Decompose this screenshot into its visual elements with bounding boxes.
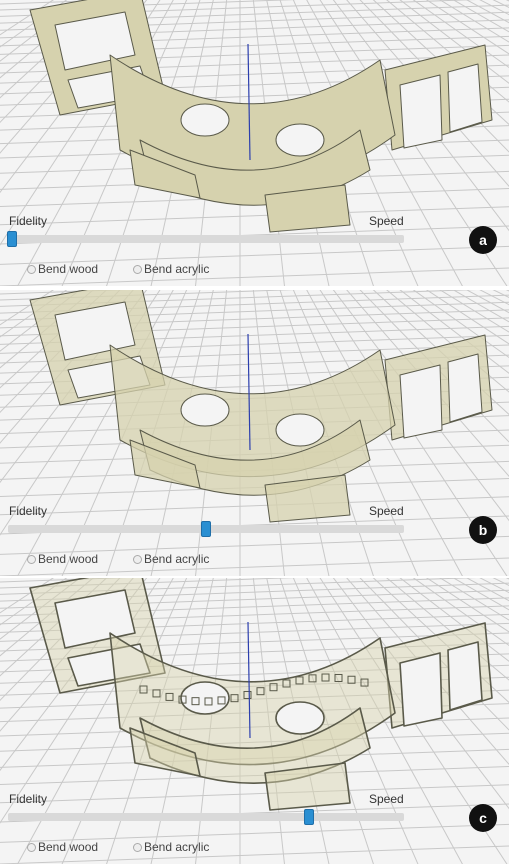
bend-acrylic-label: Bend acrylic xyxy=(144,262,210,276)
radio-circle-icon xyxy=(27,842,36,852)
slider-thumb[interactable] xyxy=(303,809,314,825)
fidelity-speed-slider[interactable] xyxy=(6,231,404,247)
model-render xyxy=(0,578,509,864)
3d-viewport[interactable] xyxy=(0,0,509,286)
radio-circle-icon xyxy=(27,554,36,564)
fidelity-label: Fidelity xyxy=(9,792,48,806)
bend-acrylic-label: Bend acrylic xyxy=(144,552,210,566)
slider-thumb[interactable] xyxy=(201,521,211,537)
3d-viewport[interactable] xyxy=(0,578,509,864)
bend-acrylic-radio[interactable]: Bend acrylic xyxy=(133,840,209,854)
bend-acrylic-label: Bend acrylic xyxy=(144,840,210,854)
radio-circle-icon xyxy=(133,554,142,564)
panel-a: Fidelity Speed Bend wood Bend acrylic a xyxy=(0,0,509,286)
slider-thumb[interactable] xyxy=(6,231,17,247)
bend-wood-radio[interactable]: Bend wood xyxy=(27,840,98,854)
bend-wood-label: Bend wood xyxy=(38,552,99,566)
speed-label: Speed xyxy=(369,504,404,518)
fidelity-label: Fidelity xyxy=(9,504,48,518)
bend-acrylic-radio[interactable]: Bend acrylic xyxy=(133,552,209,566)
speed-label: Speed xyxy=(369,792,404,806)
panel-badge: a xyxy=(469,226,497,254)
panel-c: Fidelity Speed Bend wood Bend acrylic c xyxy=(0,578,509,864)
bend-wood-radio[interactable]: Bend wood xyxy=(27,552,98,566)
panel-badge: b xyxy=(469,516,497,544)
speed-label: Speed xyxy=(369,214,404,228)
model-render xyxy=(0,290,509,576)
bend-wood-label: Bend wood xyxy=(38,840,99,854)
bend-acrylic-radio[interactable]: Bend acrylic xyxy=(133,262,209,276)
fidelity-label: Fidelity xyxy=(9,214,48,228)
fidelity-speed-slider[interactable] xyxy=(8,521,404,537)
radio-circle-icon xyxy=(133,842,142,852)
panel-badge: c xyxy=(469,804,497,832)
panel-b: Fidelity Speed Bend wood Bend acrylic b xyxy=(0,290,509,576)
bend-wood-radio[interactable]: Bend wood xyxy=(27,262,98,276)
radio-circle-icon xyxy=(27,264,36,274)
fidelity-speed-slider[interactable] xyxy=(8,809,404,825)
bend-wood-label: Bend wood xyxy=(38,262,99,276)
model-render xyxy=(0,0,509,286)
3d-viewport[interactable] xyxy=(0,290,509,576)
radio-circle-icon xyxy=(133,264,142,274)
